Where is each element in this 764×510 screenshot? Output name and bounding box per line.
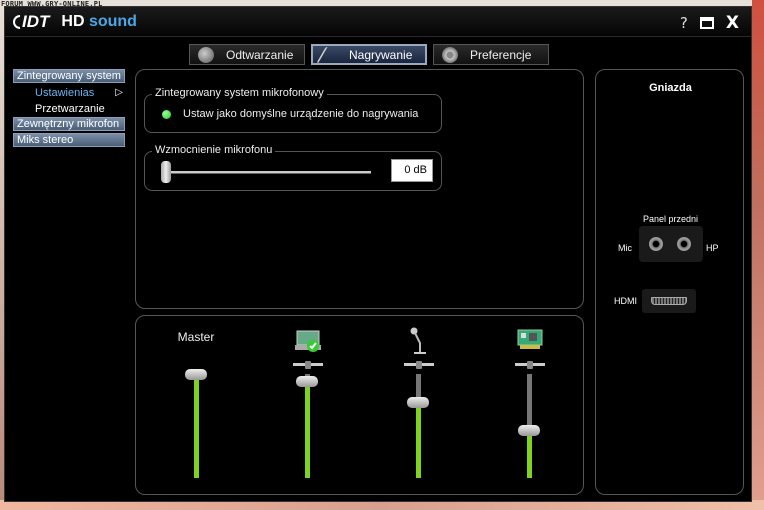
front-panel-label: Panel przedni — [642, 214, 699, 224]
line-in-mute-toggle[interactable] — [515, 361, 545, 369]
gain-group: Wzmocnienie mikrofonu 0 dB — [144, 144, 442, 191]
tab-preferencje[interactable]: Preferencje — [433, 44, 549, 65]
wave-volume-thumb[interactable] — [296, 375, 318, 387]
master-volume-fill — [194, 374, 199, 478]
sidebar-item-external-mic[interactable]: Zewnętrzny mikrofon — [13, 117, 125, 131]
default-indicator-icon[interactable] — [162, 110, 171, 119]
wave-mute-toggle[interactable] — [293, 361, 323, 369]
sidebar-sub-settings[interactable]: Ustawienias ▷ — [13, 85, 125, 101]
arrow-right-icon: ▷ — [115, 87, 123, 98]
sidebar-sub-processing[interactable]: Przetwarzanie — [13, 101, 125, 117]
speaker-icon — [198, 46, 214, 63]
hd-sound-window: IDT HD sound ? X Odtwarzanie Nagrywanie … — [4, 6, 752, 502]
sound-card-icon — [517, 329, 543, 349]
hp-jack-label: HP — [706, 243, 719, 253]
device-sidebar: Zintegrowany system Ustawienias ▷ Przetw… — [13, 69, 125, 149]
channel-master: Master — [166, 316, 226, 496]
channel-mic — [388, 316, 448, 496]
window-controls: ? X — [680, 13, 739, 33]
gain-group-title: Wzmocnienie mikrofonu — [152, 144, 276, 156]
mic-group: Zintegrowany system mikrofonowy Ustaw ja… — [144, 87, 442, 133]
product-name: HD sound — [61, 13, 137, 31]
mic-jack-icon[interactable] — [649, 237, 663, 251]
tab-label: Preferencje — [470, 47, 532, 62]
close-button[interactable]: X — [726, 13, 739, 33]
tab-label: Odtwarzanie — [226, 47, 294, 62]
mic-volume-track[interactable] — [416, 374, 421, 478]
help-button[interactable]: ? — [680, 14, 688, 32]
product-suffix: sound — [88, 13, 137, 30]
maximize-icon[interactable] — [699, 17, 714, 29]
product-prefix: HD — [61, 13, 85, 30]
headphone-jack-icon[interactable] — [677, 237, 691, 251]
channel-wave — [277, 316, 337, 496]
sidebar-sub-label: Ustawienias — [35, 87, 95, 99]
idt-logo-icon — [13, 15, 20, 29]
mic-volume-thumb[interactable] — [407, 396, 429, 408]
microphone-icon — [316, 46, 342, 63]
background-right — [752, 0, 764, 510]
master-volume-track[interactable] — [194, 374, 199, 478]
mic-volume-fill — [416, 402, 421, 478]
line-in-volume-fill — [527, 430, 532, 478]
titlebar[interactable]: IDT HD sound ? X — [5, 7, 751, 37]
tab-label: Nagrywanie — [349, 47, 413, 62]
mixer-panel: Master — [135, 315, 584, 495]
hdmi-port[interactable] — [642, 289, 696, 313]
mic-mute-toggle[interactable] — [404, 361, 434, 369]
logo: IDT HD sound — [13, 12, 137, 32]
gain-slider-track[interactable] — [165, 171, 371, 174]
settings-panel: Zintegrowany system mikrofonowy Ustaw ja… — [135, 69, 584, 309]
wave-volume-fill — [305, 381, 310, 478]
set-default-label[interactable]: Ustaw jako domyślne urządzenie do nagryw… — [183, 108, 418, 120]
channel-line-in — [499, 316, 559, 496]
gain-slider-thumb[interactable] — [161, 161, 171, 183]
line-in-volume-thumb[interactable] — [518, 424, 540, 436]
jacks-title: Gniazda — [649, 82, 692, 94]
gain-value-field[interactable]: 0 dB — [391, 159, 433, 182]
hdmi-label: HDMI — [614, 296, 637, 306]
gear-icon — [442, 46, 458, 63]
jacks-panel: Gniazda Panel przedni Mic HP HDMI — [595, 69, 744, 495]
tab-bar: Odtwarzanie Nagrywanie Preferencje — [189, 44, 549, 65]
tab-nagrywanie[interactable]: Nagrywanie — [311, 44, 427, 65]
sidebar-item-integrated[interactable]: Zintegrowany system — [13, 69, 125, 83]
recording-device-icon — [295, 330, 321, 352]
brand-text: IDT — [22, 12, 50, 31]
sidebar-item-stereo-mix[interactable]: Miks stereo — [13, 133, 125, 147]
master-volume-thumb[interactable] — [185, 368, 207, 380]
master-label: Master — [177, 330, 215, 344]
idt-logo: IDT — [13, 12, 49, 32]
mic-jack-label: Mic — [618, 243, 632, 253]
front-jacks — [639, 226, 703, 262]
tab-odtwarzanie[interactable]: Odtwarzanie — [189, 44, 305, 65]
microphone-stand-icon — [410, 327, 426, 354]
wave-volume-track[interactable] — [305, 374, 310, 478]
hdmi-port-icon — [651, 297, 687, 305]
mic-group-title: Zintegrowany system mikrofonowy — [152, 87, 327, 99]
